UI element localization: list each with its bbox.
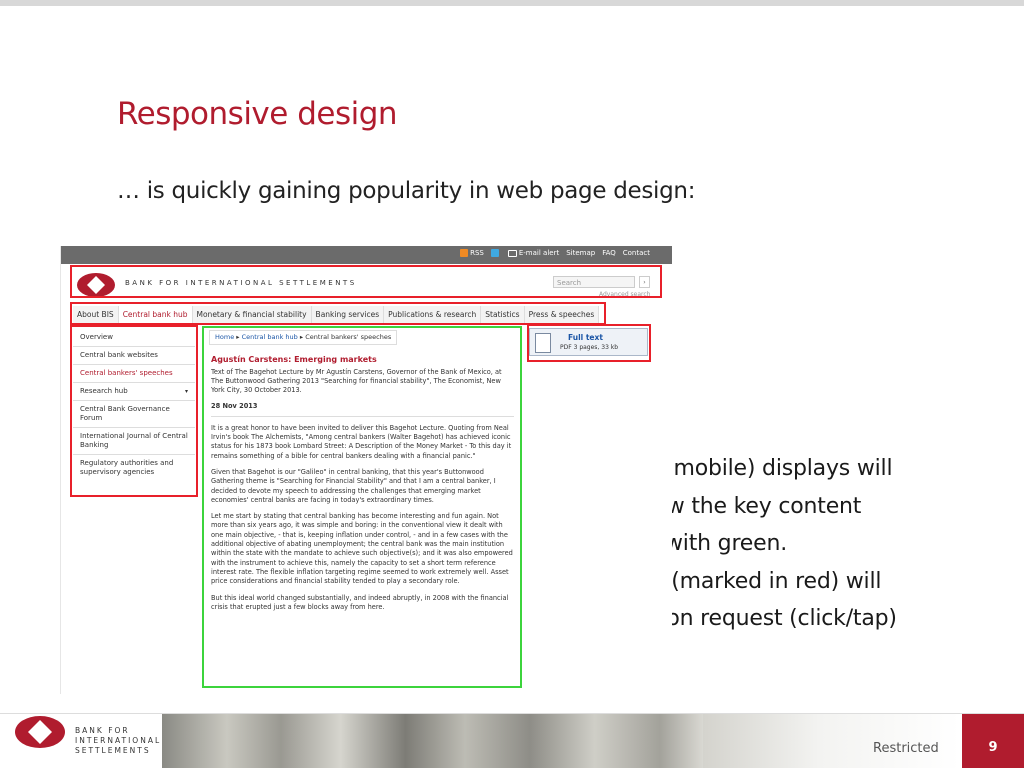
slide-subtitle: … is quickly gaining popularity in web p…: [117, 178, 696, 204]
email-alert-link[interactable]: E-mail alert: [507, 249, 559, 257]
nav-red-highlight: [70, 302, 606, 325]
left-nav-red-highlight: [70, 325, 198, 497]
header-red-highlight: [70, 265, 662, 298]
footer-photo-strip: [162, 714, 703, 768]
fulltext-red-highlight: [527, 324, 651, 362]
bis-footer-logo-icon: [15, 716, 65, 748]
page-number: 9: [962, 714, 1024, 768]
mail-icon: [507, 249, 517, 257]
rss-link[interactable]: RSS: [460, 249, 484, 257]
rss-icon: [460, 249, 469, 257]
site-top-links: RSS E-mail alert Sitemap FAQ Contact: [460, 249, 650, 257]
footer-org-name: BANK FOR INTERNATIONAL SETTLEMENTS: [75, 726, 162, 755]
content-green-highlight: [202, 326, 522, 688]
twitter-icon[interactable]: [490, 249, 499, 257]
classification-label: Restricted: [873, 741, 939, 756]
sitemap-link[interactable]: Sitemap: [566, 249, 595, 257]
website-screenshot: RSS E-mail alert Sitemap FAQ Contact BAN…: [60, 246, 672, 694]
slide-title: Responsive design: [117, 96, 398, 132]
top-strip: [0, 0, 1024, 6]
faq-link[interactable]: FAQ: [602, 249, 616, 257]
contact-link[interactable]: Contact: [623, 249, 650, 257]
